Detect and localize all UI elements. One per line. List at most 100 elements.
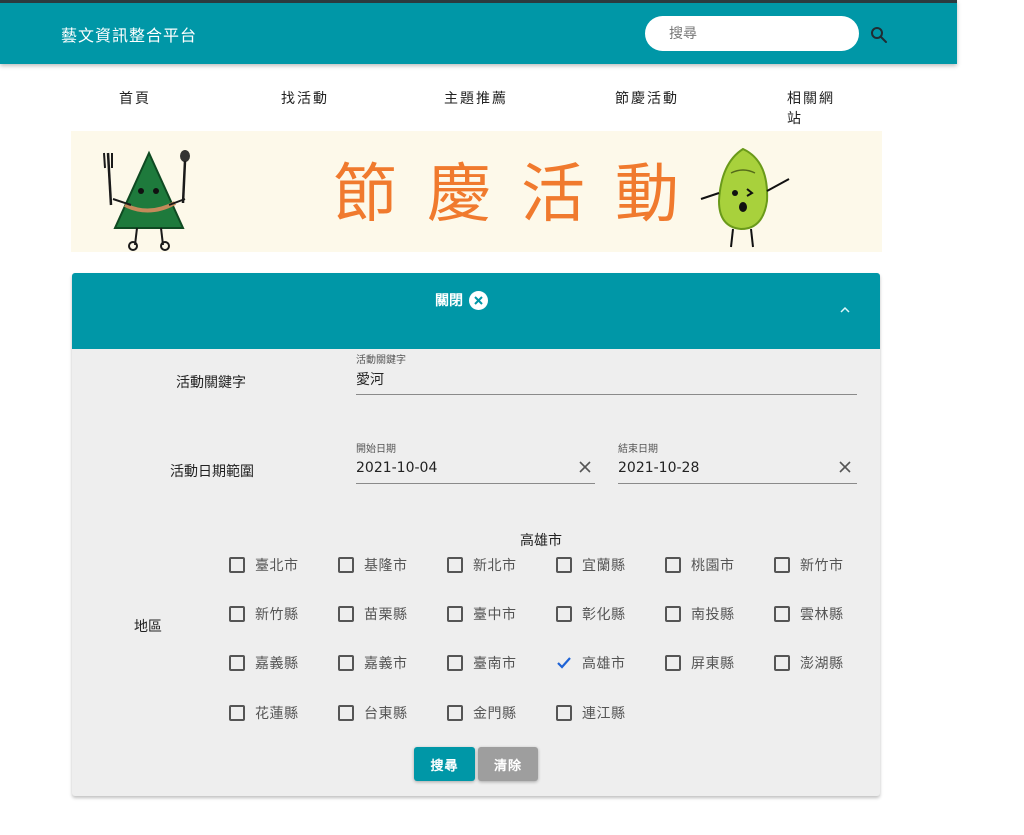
keyword-row-label: 活動關鍵字: [176, 375, 246, 391]
checkbox-unchecked-icon[interactable]: [229, 557, 245, 573]
region-checkbox[interactable]: 金門縣: [447, 703, 517, 723]
region-checkbox[interactable]: 嘉義縣: [229, 653, 299, 673]
region-checkbox-label: 金門縣: [473, 706, 517, 722]
checkbox-unchecked-icon[interactable]: [229, 655, 245, 671]
close-circle-icon[interactable]: [469, 290, 488, 310]
start-date-label: 開始日期: [356, 444, 396, 455]
region-checkbox-label: 花蓮縣: [255, 706, 299, 722]
region-checkbox[interactable]: 嘉義市: [338, 653, 408, 673]
region-checkbox[interactable]: 基隆市: [338, 555, 408, 575]
region-checkbox-label: 高雄市: [582, 656, 626, 672]
region-checkbox-label: 連江縣: [582, 706, 626, 722]
checkbox-unchecked-icon[interactable]: [447, 705, 463, 721]
region-checkbox-label: 南投縣: [691, 607, 735, 623]
guava-mascot-illustration: [700, 147, 790, 248]
end-date-field: 結束日期: [618, 440, 857, 484]
checkbox-unchecked-icon[interactable]: [556, 606, 572, 622]
region-checkbox[interactable]: 屏東縣: [665, 653, 735, 673]
checkbox-unchecked-icon[interactable]: [447, 557, 463, 573]
region-checkbox[interactable]: 桃園市: [665, 555, 735, 575]
filter-panel-header[interactable]: 關閉: [72, 273, 880, 349]
checkbox-unchecked-icon[interactable]: [338, 655, 354, 671]
region-checkbox[interactable]: 新北市: [447, 555, 517, 575]
region-checkbox[interactable]: 臺南市: [447, 653, 517, 673]
checkbox-unchecked-icon[interactable]: [338, 705, 354, 721]
checkbox-unchecked-icon[interactable]: [556, 705, 572, 721]
region-checkbox[interactable]: 新竹市: [774, 555, 844, 575]
start-date-field: 開始日期: [356, 440, 595, 484]
region-checkbox[interactable]: 臺北市: [229, 555, 299, 575]
region-checkbox-label: 臺中市: [473, 607, 517, 623]
region-checkbox-label: 台東縣: [364, 706, 408, 722]
region-checkbox-label: 臺南市: [473, 656, 517, 672]
region-checkbox[interactable]: 南投縣: [665, 604, 735, 624]
region-checkbox-label: 澎湖縣: [800, 656, 844, 672]
region-selected-summary: 高雄市: [520, 533, 562, 549]
nav-item-themes[interactable]: 主題推薦: [444, 88, 508, 108]
search-input[interactable]: [645, 16, 859, 51]
festival-banner: 節慶活動: [71, 131, 882, 252]
region-checkbox-label: 新竹縣: [255, 607, 299, 623]
region-checkbox-label: 屏東縣: [691, 656, 735, 672]
region-checkbox[interactable]: 彰化縣: [556, 604, 626, 624]
region-checkbox-label: 雲林縣: [800, 607, 844, 623]
checkbox-unchecked-icon[interactable]: [338, 557, 354, 573]
region-checkbox[interactable]: 新竹縣: [229, 604, 299, 624]
clear-end-date-icon[interactable]: [838, 460, 852, 474]
region-checkbox-label: 苗栗縣: [364, 607, 408, 623]
keyword-field: 活動關鍵字: [356, 351, 857, 395]
start-date-input[interactable]: [356, 458, 595, 484]
close-filter-toggle[interactable]: 關閉: [435, 290, 488, 310]
region-checkbox[interactable]: 臺中市: [447, 604, 517, 624]
main-nav: 首頁 找活動 主題推薦 節慶活動 相關網站: [70, 88, 880, 127]
checkbox-unchecked-icon[interactable]: [665, 606, 681, 622]
date-range-row-label: 活動日期範圍: [170, 464, 254, 480]
checkbox-unchecked-icon[interactable]: [447, 655, 463, 671]
clear-button[interactable]: 清除: [478, 747, 538, 781]
checkbox-unchecked-icon[interactable]: [774, 606, 790, 622]
region-checkbox-label: 新竹市: [800, 558, 844, 574]
region-checkbox[interactable]: 澎湖縣: [774, 653, 844, 673]
keyword-field-label: 活動關鍵字: [356, 355, 406, 366]
end-date-input[interactable]: [618, 458, 857, 484]
region-checkbox-label: 嘉義縣: [255, 656, 299, 672]
nav-item-festivals[interactable]: 節慶活動: [615, 88, 679, 108]
top-app-bar: 藝文資訊整合平台: [0, 0, 957, 64]
checkbox-unchecked-icon[interactable]: [338, 606, 354, 622]
checkbox-checked-icon[interactable]: [556, 655, 572, 671]
search-button[interactable]: 搜尋: [414, 747, 475, 781]
checkbox-unchecked-icon[interactable]: [665, 557, 681, 573]
chevron-up-icon[interactable]: [838, 305, 852, 315]
search-icon[interactable]: [870, 26, 888, 44]
site-title[interactable]: 藝文資訊整合平台: [61, 22, 197, 46]
region-row-label: 地區: [134, 619, 162, 635]
region-checkbox-label: 臺北市: [255, 558, 299, 574]
checkbox-unchecked-icon[interactable]: [556, 557, 572, 573]
zongzi-mascot-illustration: [103, 150, 190, 251]
checkbox-unchecked-icon[interactable]: [229, 606, 245, 622]
checkbox-unchecked-icon[interactable]: [774, 655, 790, 671]
region-checkbox[interactable]: 連江縣: [556, 703, 626, 723]
checkbox-unchecked-icon[interactable]: [665, 655, 681, 671]
nav-item-home[interactable]: 首頁: [119, 88, 151, 108]
region-checkbox[interactable]: 台東縣: [338, 703, 408, 723]
checkbox-unchecked-icon[interactable]: [447, 606, 463, 622]
region-checkbox[interactable]: 苗栗縣: [338, 604, 408, 624]
checkbox-unchecked-icon[interactable]: [774, 557, 790, 573]
region-checkbox[interactable]: 花蓮縣: [229, 703, 299, 723]
nav-item-related-sites[interactable]: 相關網站: [787, 88, 849, 128]
keyword-input[interactable]: [356, 369, 857, 395]
close-filter-label: 關閉: [435, 293, 463, 309]
region-checkbox[interactable]: 雲林縣: [774, 604, 844, 624]
nav-item-find-events[interactable]: 找活動: [281, 88, 329, 108]
clear-start-date-icon[interactable]: [578, 460, 592, 474]
region-checkbox[interactable]: 宜蘭縣: [556, 555, 626, 575]
search-filter-panel: 關閉 活動關鍵字 活動關鍵字 活動日期範圍 開始日期 結束日期 地區 高雄市 臺…: [72, 273, 880, 796]
region-checkbox-label: 宜蘭縣: [582, 558, 626, 574]
region-checkbox-label: 新北市: [473, 558, 517, 574]
banner-title: 節慶活動: [333, 158, 709, 232]
region-checkbox-label: 桃園市: [691, 558, 735, 574]
checkbox-unchecked-icon[interactable]: [229, 705, 245, 721]
region-checkbox-label: 基隆市: [364, 558, 408, 574]
region-checkbox[interactable]: 高雄市: [556, 653, 626, 673]
